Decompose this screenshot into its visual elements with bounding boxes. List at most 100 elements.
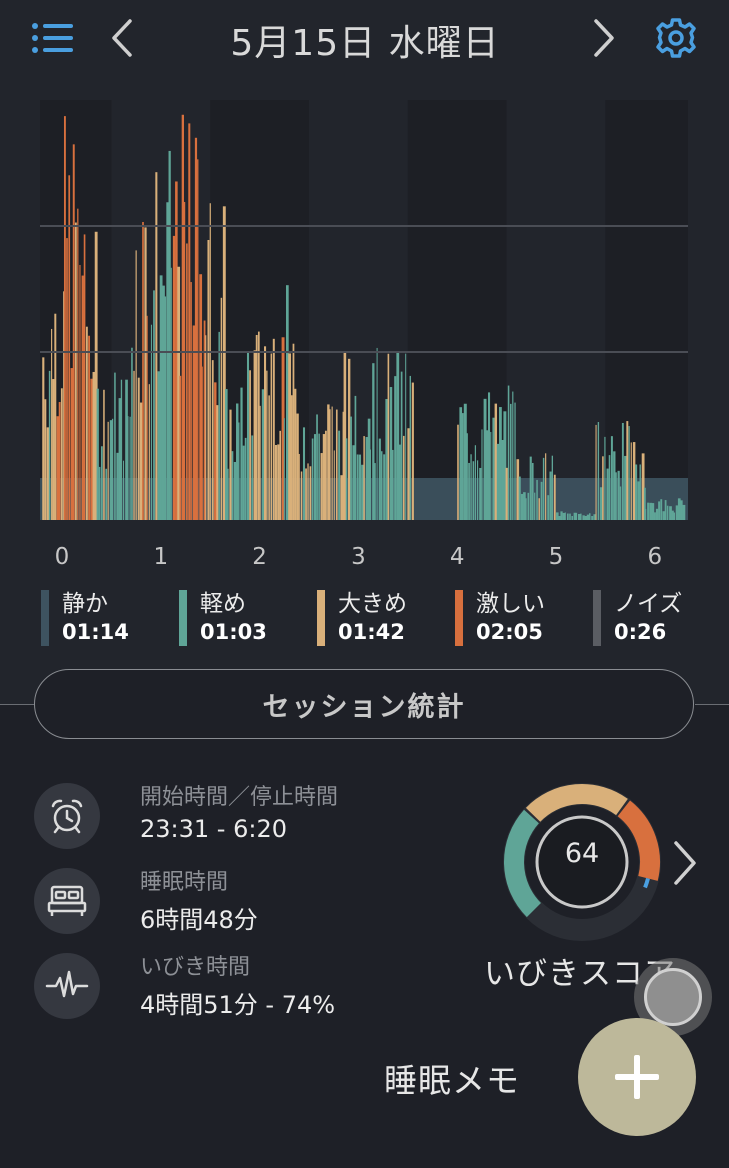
chart-bar [481,429,483,520]
chart-bar [534,492,536,520]
chart-bar [580,513,582,520]
chart-bar [358,454,362,520]
divider [695,704,729,705]
chart-bar [474,445,477,520]
chart-bar [584,516,588,520]
chart-bar [313,434,317,520]
chart-bar [131,347,133,520]
alarm-clock-icon [34,783,100,849]
chart-bar [635,464,638,520]
chart-bar [615,472,617,520]
chart-bar [66,238,68,520]
chart-bar [383,454,386,520]
chart-bar [664,500,667,520]
chart-bar [92,371,96,520]
chart-bar [48,370,51,520]
chart-bar [345,438,348,520]
chart-bar [639,464,641,520]
snore-score-gauge[interactable]: 64 [500,780,670,950]
chart-bar [72,144,75,520]
chart-bar [81,275,84,520]
stat-value: 6時間48分 [140,906,258,934]
chart-bar [558,516,561,520]
x-tick-label: 2 [252,544,267,570]
chart-bar [236,403,239,520]
chart-bar [488,392,491,520]
stat-label: 開始時間／停止時間 [140,785,339,810]
legend-name: 静か [62,591,108,617]
chart-bar [682,504,686,520]
chart-bar [327,404,330,520]
gear-icon[interactable] [654,16,698,60]
chart-bar [181,114,184,521]
chart-bar [409,375,411,520]
chart-bar [307,463,309,520]
chart-bar [333,450,335,520]
legend-swatch [41,590,49,646]
chart-bar [527,492,530,520]
chart-bar [363,436,365,520]
chart-bar [148,384,150,520]
chart-bar [68,175,71,520]
chart-bar [179,375,182,520]
chart-bar [292,343,295,520]
chart-bar [479,467,482,520]
chart-bar [144,227,147,520]
list-menu-icon[interactable] [30,20,76,56]
chart-bar [205,335,207,520]
chart-bar [300,471,303,520]
chart-bar [602,456,604,520]
chart-bar [610,436,613,520]
chart-bar [653,512,656,520]
chart-bar [216,405,219,520]
chart-bar [298,453,300,520]
chart-bar [335,409,338,520]
add-memo-button[interactable] [578,1018,696,1136]
chart-bar [529,456,532,520]
chart-bar [624,455,627,520]
chart-bar [468,462,470,520]
chart-bar [324,430,327,520]
chart-bar [257,331,260,520]
chart-bar [400,371,403,520]
legend-duration: 0:26 [614,620,667,644]
assistive-touch-icon [644,968,702,1026]
chart-bar [201,366,203,520]
session-stats-button[interactable]: セッション統計 [34,669,694,739]
chart-bar [457,424,459,520]
chart-bar [251,435,254,520]
chart-bar [496,443,500,520]
chevron-right-icon[interactable] [668,838,700,888]
chart-bar [259,405,261,520]
chart-bar [294,388,297,520]
chart-bar [376,347,378,520]
chart-bar [249,370,251,520]
chevron-right-icon[interactable] [588,18,620,58]
stat-label: いびき時間 [140,955,251,980]
chart-bar [617,470,620,520]
chart-bar [347,358,351,520]
chart-bar [194,137,198,520]
chart-bar [394,376,397,520]
chart-bar [398,444,401,520]
divider [0,704,34,705]
hour-band [407,100,507,520]
chart-bar [211,360,214,520]
x-tick-label: 6 [647,544,662,570]
chart-bar [246,351,250,520]
chart-bar [120,379,123,520]
sleep-memo-label: 睡眠メモ [384,1061,520,1100]
chart-bar [139,402,143,520]
chart-bar [411,382,414,520]
chart-bar [582,515,585,520]
chart-bar [85,326,88,520]
x-tick-label: 4 [450,544,465,570]
chart-bar [122,460,125,520]
chevron-left-icon[interactable] [106,18,138,58]
chart-bar [671,510,674,520]
legend-item-loud: 大きめ 01:42 [314,590,407,646]
chart-bar [472,461,475,520]
chart-bar [279,430,282,520]
chart-bar [356,454,359,520]
legend-name: 大きめ [338,591,407,617]
